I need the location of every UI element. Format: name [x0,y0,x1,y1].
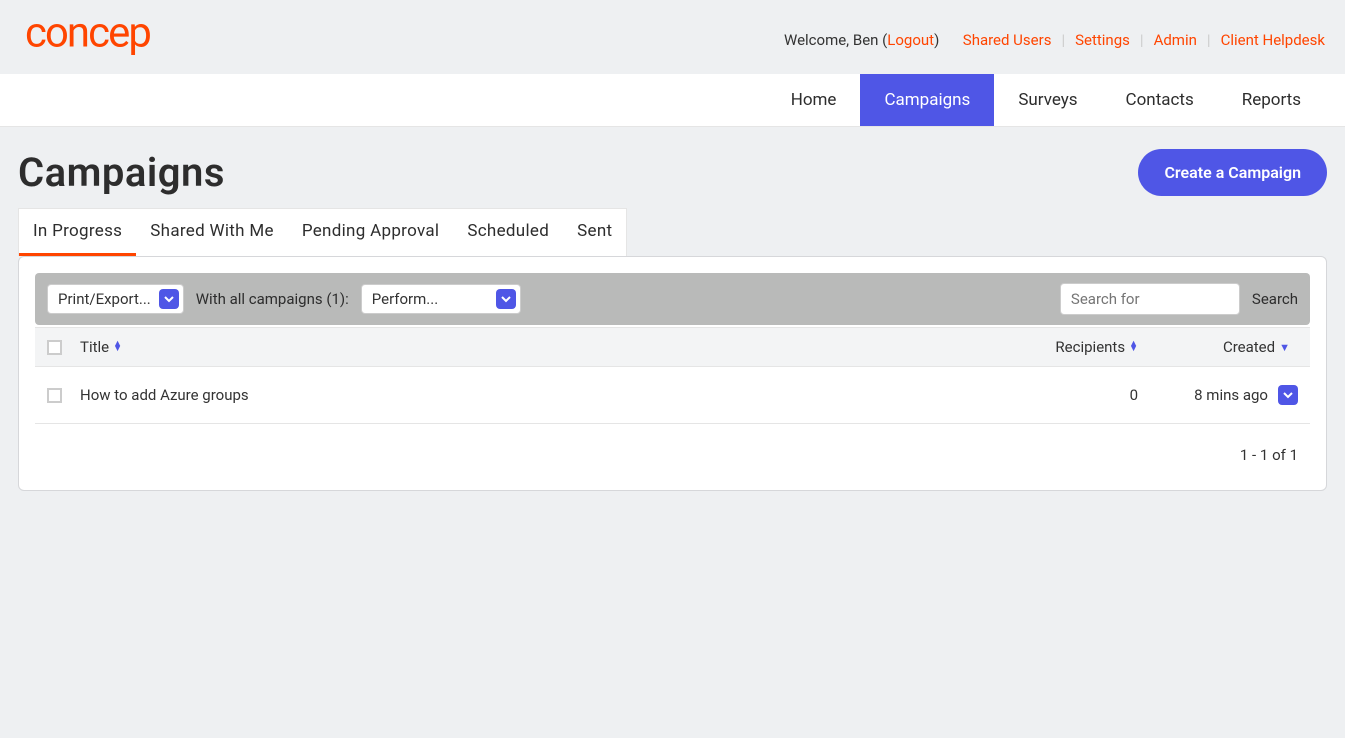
shared-users-link[interactable]: Shared Users [963,31,1052,49]
welcome-prefix: Welcome, Ben ( [784,31,887,49]
sort-icon: ▲▼ [113,342,122,352]
nav-campaigns[interactable]: Campaigns [860,74,994,126]
campaigns-panel: Print/Export... With all campaigns (1): … [18,256,1327,491]
chevron-down-icon [496,289,516,309]
perform-select[interactable]: Perform... [361,284,521,314]
row-created: 8 mins ago [1138,386,1268,404]
welcome-suffix: ) [934,31,939,49]
tabs: In Progress Shared With Me Pending Appro… [18,208,627,256]
pagination-text: 1 - 1 of 1 [35,424,1310,474]
chevron-down-icon [159,289,179,309]
column-created[interactable]: Created ▼ [1138,338,1298,356]
nav-reports[interactable]: Reports [1218,74,1325,126]
with-campaigns-label: With all campaigns (1): [196,290,349,308]
table-row: How to add Azure groups 0 8 mins ago [35,367,1310,424]
column-recipients-label: Recipients [1055,338,1125,356]
row-title[interactable]: How to add Azure groups [80,386,998,404]
create-campaign-button[interactable]: Create a Campaign [1138,149,1327,196]
nav-home[interactable]: Home [767,74,861,126]
sort-desc-icon: ▼ [1279,345,1290,350]
nav-surveys[interactable]: Surveys [994,74,1101,126]
column-title-label: Title [80,338,109,356]
logo[interactable]: concep [20,10,215,69]
row-actions-button[interactable] [1278,385,1298,405]
divider: | [1207,31,1211,49]
column-created-label: Created [1223,338,1275,356]
top-links: Welcome, Ben (Logout) Shared Users | Set… [784,31,1325,49]
tab-in-progress[interactable]: In Progress [19,209,136,256]
search-button[interactable]: Search [1252,290,1298,308]
client-helpdesk-link[interactable]: Client Helpdesk [1221,31,1325,49]
admin-link[interactable]: Admin [1154,31,1197,49]
divider: | [1061,31,1065,49]
page-title: Campaigns [18,149,225,196]
print-export-select[interactable]: Print/Export... [47,284,184,314]
perform-label: Perform... [372,290,438,308]
sort-icon: ▲▼ [1129,342,1138,352]
tab-scheduled[interactable]: Scheduled [453,209,563,256]
column-title[interactable]: Title ▲▼ [80,338,998,356]
svg-text:concep: concep [25,10,150,57]
tab-pending-approval[interactable]: Pending Approval [288,209,454,256]
welcome-text: Welcome, Ben (Logout) [784,31,939,49]
nav-contacts[interactable]: Contacts [1102,74,1218,126]
settings-link[interactable]: Settings [1075,31,1130,49]
toolbar: Print/Export... With all campaigns (1): … [35,273,1310,325]
column-recipients[interactable]: Recipients ▲▼ [998,338,1138,356]
row-checkbox[interactable] [47,388,62,403]
tab-sent[interactable]: Sent [563,209,626,256]
logout-link[interactable]: Logout [887,31,934,49]
row-recipients: 0 [998,386,1138,404]
print-export-label: Print/Export... [58,290,151,308]
divider: | [1140,31,1144,49]
table-header: Title ▲▼ Recipients ▲▼ Created ▼ [35,327,1310,367]
search-input[interactable] [1060,283,1240,315]
main-nav: Home Campaigns Surveys Contacts Reports [0,74,1345,127]
select-all-checkbox[interactable] [47,340,62,355]
tab-shared-with-me[interactable]: Shared With Me [136,209,288,256]
